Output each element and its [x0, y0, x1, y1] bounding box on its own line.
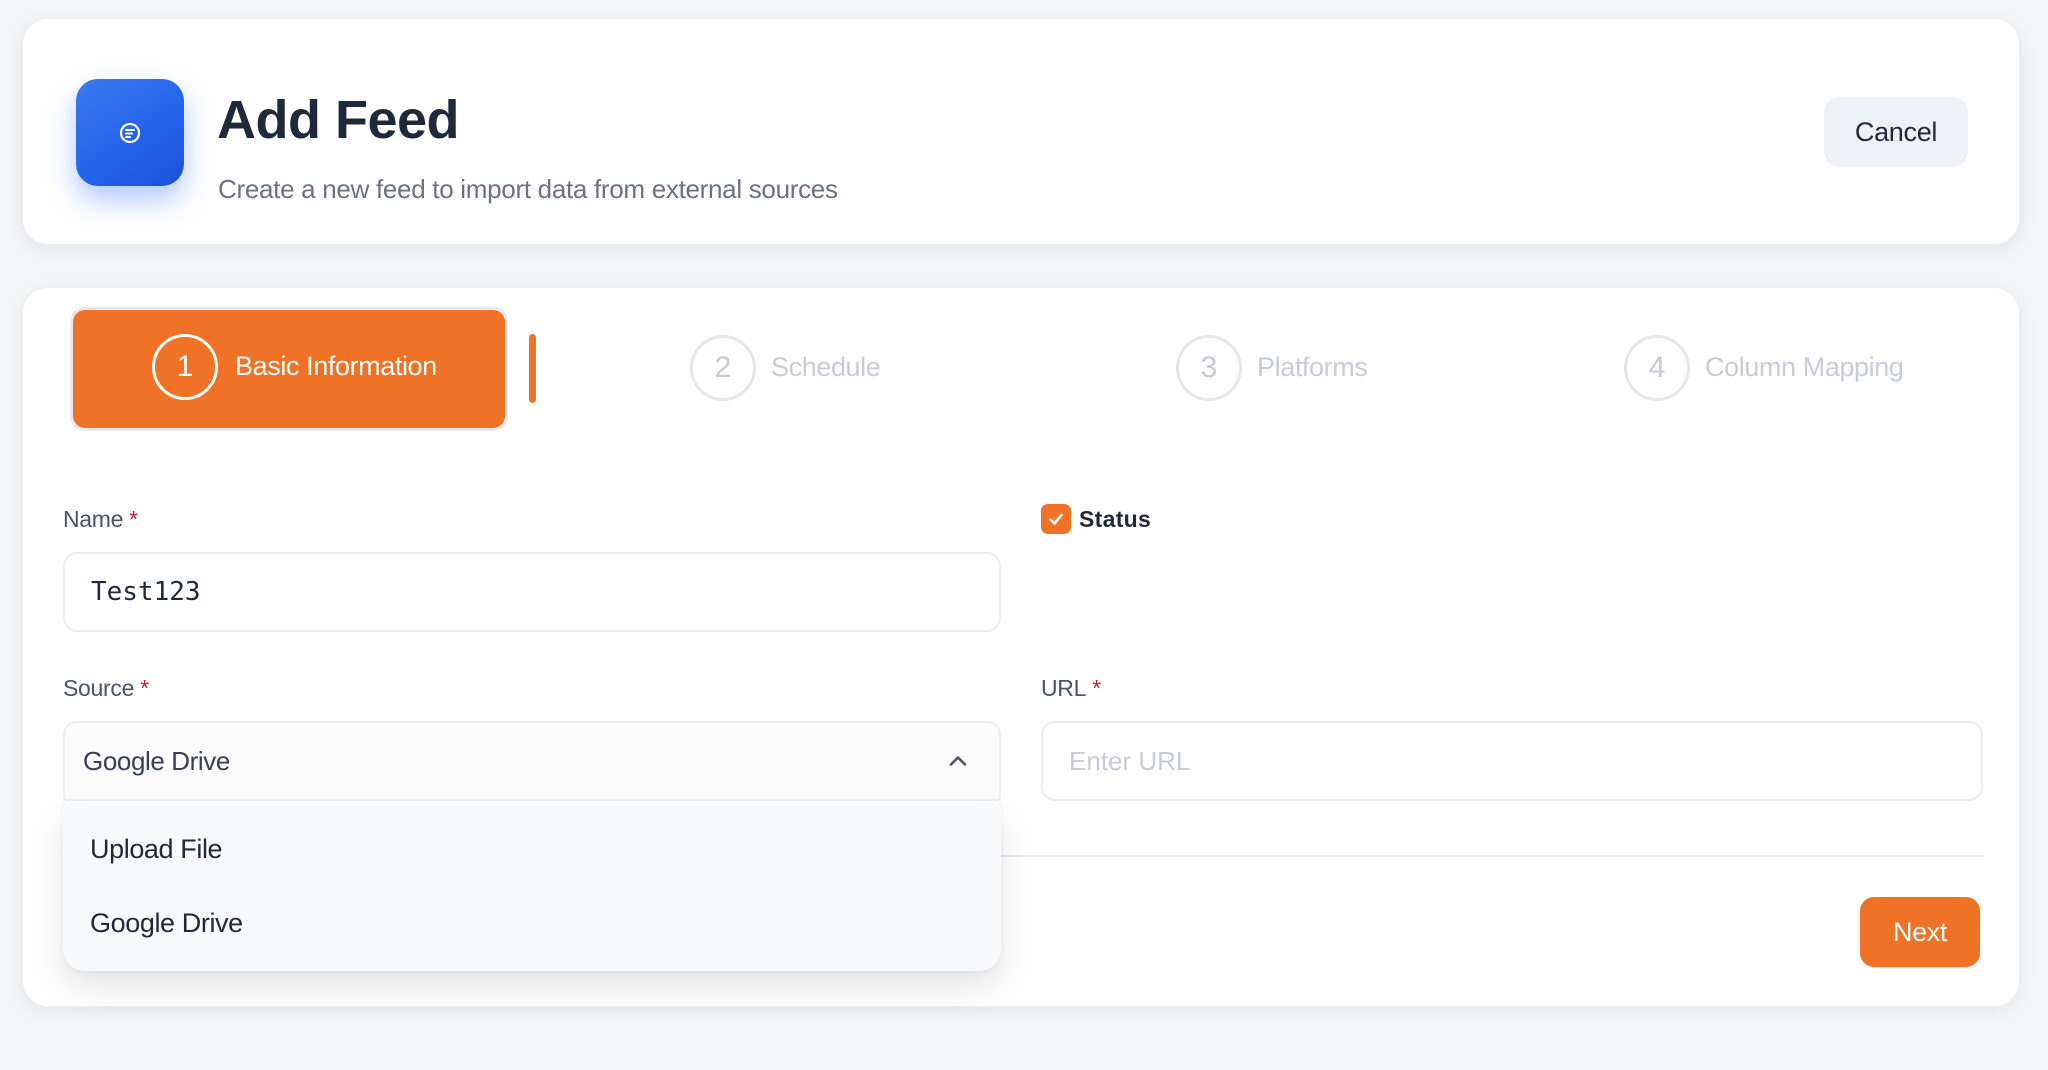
required-mark: *: [140, 675, 149, 701]
step-label: Platforms: [1257, 352, 1368, 382]
feed-icon: [119, 122, 141, 143]
checkmark-icon: [1049, 513, 1063, 525]
required-mark: *: [1092, 675, 1101, 701]
status-label: Status: [1079, 505, 1152, 532]
step-label: Schedule: [771, 352, 881, 382]
step-number: 4: [1624, 335, 1690, 401]
source-selected-value: Google Drive: [83, 746, 230, 776]
url-input[interactable]: [1041, 721, 1983, 801]
dropdown-option-upload-file[interactable]: Upload File: [63, 815, 1001, 885]
page-subtitle: Create a new feed to import data from ex…: [218, 174, 838, 204]
required-mark: *: [129, 506, 138, 532]
source-label-text: Source: [63, 675, 135, 701]
header-card: Add Feed Create a new feed to import dat…: [22, 18, 2020, 245]
app-logo: [76, 79, 184, 186]
name-label-text: Name: [63, 506, 124, 532]
cancel-button[interactable]: Cancel: [1824, 97, 1968, 167]
source-label: Source *: [63, 675, 149, 702]
form-card: 1 Basic Information 2 Schedule 3 Platfor…: [22, 287, 2020, 1007]
step-label: Column Mapping: [1705, 352, 1904, 382]
step-label: Basic Information: [235, 351, 437, 381]
step-basic-information[interactable]: 1 Basic Information: [73, 310, 505, 428]
step-number: 3: [1176, 335, 1242, 401]
status-checkbox[interactable]: [1041, 504, 1071, 534]
url-label-text: URL: [1041, 675, 1087, 701]
dropdown-option-google-drive[interactable]: Google Drive: [63, 889, 1001, 959]
footer-divider: [1001, 855, 1983, 857]
chevron-up-icon: [949, 756, 967, 766]
next-button[interactable]: Next: [1860, 897, 1980, 967]
name-label: Name *: [63, 506, 138, 533]
status-toggle[interactable]: Status: [1041, 503, 1151, 535]
option-label: Upload File: [90, 834, 223, 864]
step-number: 2: [690, 335, 756, 401]
option-label: Google Drive: [90, 908, 243, 938]
url-label: URL *: [1041, 675, 1101, 702]
name-field[interactable]: [63, 552, 1001, 632]
step-number: 1: [152, 334, 218, 400]
step-progress-indicator: [529, 334, 536, 403]
source-dropdown-menu: Upload File Google Drive: [63, 803, 1001, 971]
page-title: Add Feed: [217, 90, 460, 150]
source-select[interactable]: Google Drive: [63, 721, 1001, 801]
